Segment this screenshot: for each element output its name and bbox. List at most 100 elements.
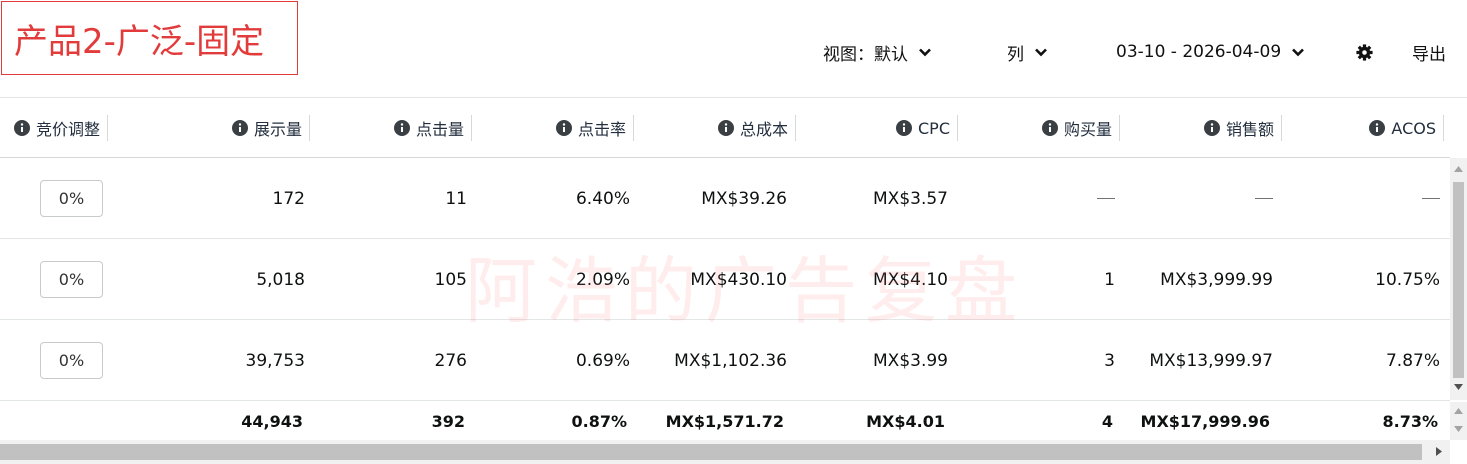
column-header-cpc[interactable]: CPC	[798, 98, 958, 158]
columns-dropdown[interactable]: 列	[1007, 36, 1048, 68]
column-label: 销售额	[1225, 120, 1274, 139]
view-dropdown[interactable]: 视图：默认	[823, 36, 932, 68]
impressions-cell: 5,018	[256, 269, 305, 290]
acos-cell	[1284, 158, 1440, 239]
view-label: 视图：默认	[823, 44, 908, 65]
scroll-down-arrow-icon[interactable]	[1454, 426, 1463, 432]
chevron-down-icon	[1035, 48, 1047, 57]
info-icon	[555, 120, 572, 136]
spend-cell: MX$1,102.36	[674, 350, 787, 371]
settings-button[interactable]	[1355, 36, 1374, 68]
orders-cell	[960, 158, 1115, 239]
column-header-sales[interactable]: 销售额	[1122, 98, 1282, 158]
column-separator	[795, 115, 796, 141]
ctr-cell: 6.40%	[575, 188, 630, 209]
bid-adjust-input[interactable]: 0%	[40, 261, 103, 298]
date-range-label: 03-10 - 2026-04-09	[1116, 42, 1282, 62]
column-header-acos[interactable]: ACOS	[1284, 98, 1444, 158]
orders-cell: 3	[1104, 350, 1115, 371]
export-label: 导出	[1412, 44, 1446, 65]
orders-cell: 1	[1104, 269, 1115, 290]
scrollbar-thumb[interactable]	[1453, 182, 1464, 378]
table-row: 0% 172 11 6.40% MX$39.26 MX$3.57	[0, 158, 1450, 239]
table-row: 0% 5,018 105 2.09% MX$430.10 MX$4.10 1 M…	[0, 239, 1450, 320]
vertical-scrollbar[interactable]	[1450, 158, 1467, 400]
column-separator	[633, 115, 634, 141]
column-label: 点击率	[577, 120, 626, 139]
scroll-up-arrow-icon[interactable]	[1454, 166, 1463, 172]
info-icon	[1041, 120, 1058, 136]
gear-icon	[1356, 43, 1373, 61]
column-header-ctr[interactable]: 点击率	[474, 98, 634, 158]
total-ctr: 0.87%	[571, 411, 627, 431]
sales-cell	[1122, 158, 1273, 239]
column-label: 展示量	[253, 120, 302, 139]
export-button[interactable]: 导出	[1412, 36, 1446, 68]
table-header: 竞价调整 展示量 点击量 点击率 总成本 CPC 购买量 销售额 ACOS	[0, 98, 1450, 158]
info-icon	[717, 120, 734, 136]
info-icon	[896, 120, 912, 136]
column-header-clicks[interactable]: 点击量	[312, 98, 472, 158]
info-icon	[393, 120, 410, 136]
column-label: 购买量	[1063, 120, 1112, 139]
info-icon	[231, 120, 248, 136]
chevron-down-icon	[1292, 48, 1305, 57]
cpc-cell: MX$3.99	[873, 350, 948, 371]
empty-dash	[1255, 197, 1273, 200]
total-clicks: 392	[431, 411, 465, 431]
bid-adjust-input[interactable]: 0%	[40, 180, 103, 217]
total-impressions: 44,943	[241, 411, 303, 431]
sales-cell: MX$3,999.99	[1160, 269, 1273, 290]
scroll-up-arrow-icon[interactable]	[1454, 408, 1463, 414]
table-row: 0% 39,753 276 0.69% MX$1,102.36 MX$3.99 …	[0, 320, 1450, 401]
acos-cell: 10.75%	[1375, 269, 1440, 290]
impressions-cell: 172	[272, 188, 305, 209]
spend-cell: MX$39.26	[701, 188, 787, 209]
column-separator	[957, 115, 958, 141]
column-separator	[1443, 115, 1444, 141]
scrollbar-thumb[interactable]	[0, 444, 1422, 460]
clicks-cell: 11	[445, 188, 467, 209]
column-separator	[107, 115, 108, 141]
sales-cell: MX$13,999.97	[1149, 350, 1273, 371]
column-header-impressions[interactable]: 展示量	[150, 98, 310, 158]
clicks-cell: 105	[434, 269, 467, 290]
column-separator	[309, 115, 310, 141]
info-icon	[13, 120, 30, 136]
acos-cell: 7.87%	[1385, 350, 1440, 371]
cpc-cell: MX$3.57	[873, 188, 948, 209]
bid-adjust-input[interactable]: 0%	[40, 342, 103, 379]
horizontal-scrollbar[interactable]	[0, 440, 1450, 464]
scroll-down-arrow-icon[interactable]	[1454, 384, 1463, 390]
impressions-cell: 39,753	[245, 350, 305, 371]
scroll-right-arrow-icon[interactable]	[1436, 447, 1442, 456]
total-spend: MX$1,571.72	[665, 411, 784, 431]
column-label: 竞价调整	[35, 120, 100, 139]
total-cpc: MX$4.01	[866, 411, 945, 431]
clicks-cell: 276	[434, 350, 467, 371]
spend-cell: MX$430.10	[690, 269, 787, 290]
chevron-down-icon	[919, 48, 931, 57]
column-label: CPC	[918, 118, 950, 138]
empty-dash	[1422, 197, 1440, 200]
columns-label: 列	[1007, 44, 1024, 65]
date-range-dropdown[interactable]: 03-10 - 2026-04-09	[1116, 36, 1305, 68]
ctr-cell: 0.69%	[575, 350, 630, 371]
info-icon	[1203, 120, 1220, 136]
toolbar: 视图：默认 列 03-10 - 2026-04-09 导出	[0, 36, 1467, 68]
column-header-spend[interactable]: 总成本	[636, 98, 796, 158]
info-icon	[1369, 120, 1386, 136]
ctr-cell: 2.09%	[575, 269, 630, 290]
totals-vertical-scrollbar[interactable]	[1450, 402, 1467, 440]
column-separator	[1281, 115, 1282, 141]
column-header-bid-adjust[interactable]: 竞价调整	[0, 98, 108, 158]
column-label: 点击量	[415, 120, 464, 139]
total-acos: 8.73%	[1382, 411, 1438, 431]
column-label: ACOS	[1391, 118, 1436, 138]
totals-row: 44,943 392 0.87% MX$1,571.72 MX$4.01 4 M…	[0, 402, 1450, 440]
column-header-orders[interactable]: 购买量	[960, 98, 1120, 158]
column-label: 总成本	[739, 120, 788, 139]
total-sales: MX$17,999.96	[1140, 411, 1270, 431]
cpc-cell: MX$4.10	[873, 269, 948, 290]
total-orders: 4	[1101, 411, 1113, 431]
